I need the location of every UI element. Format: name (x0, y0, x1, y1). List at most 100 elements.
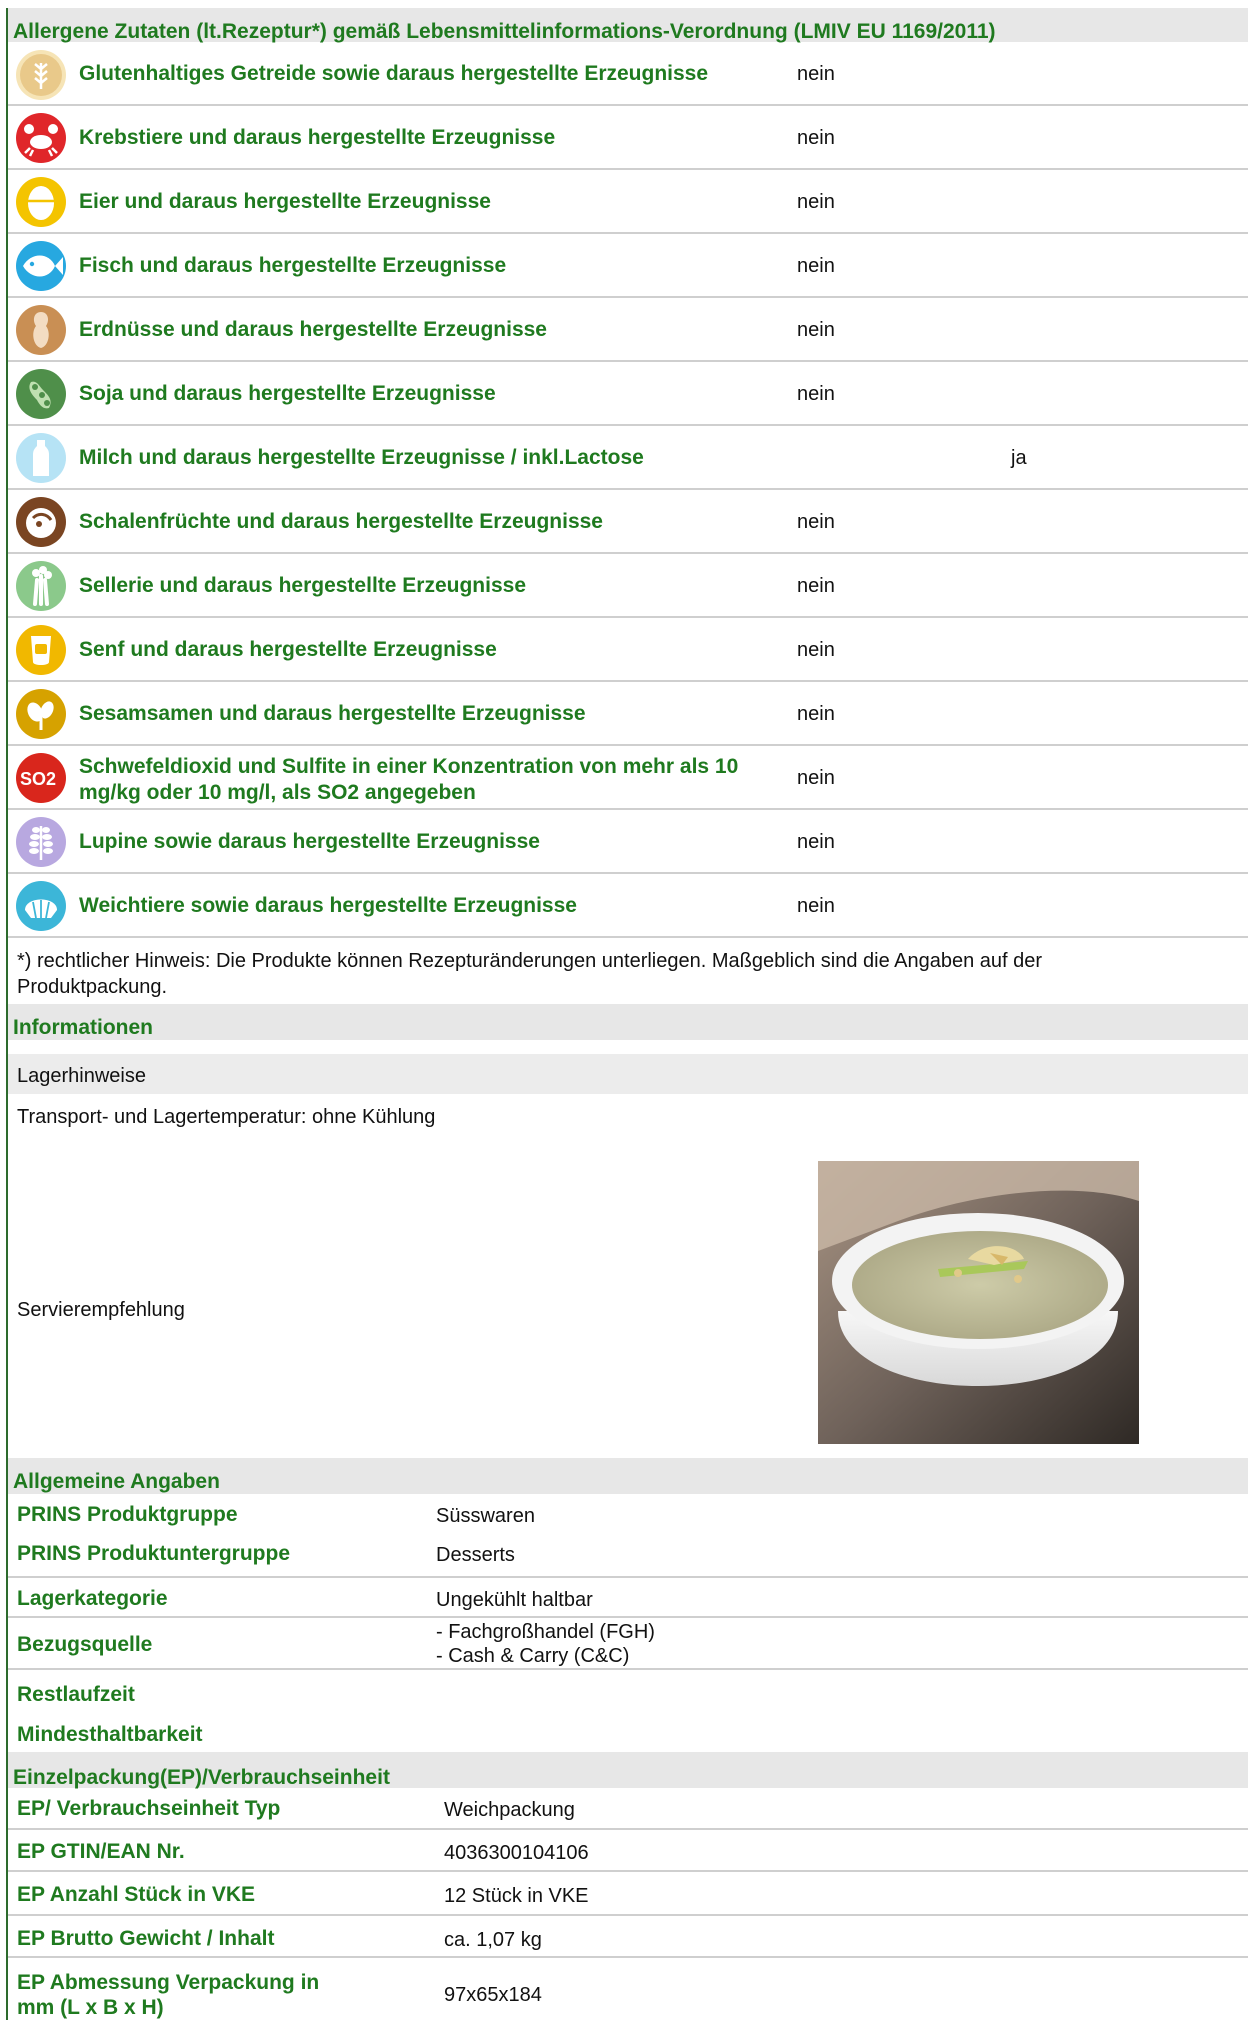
general-value: Ungekühlt haltbar (436, 1589, 593, 1611)
serving-label: Servierempfehlung (17, 1299, 185, 1321)
allergen-row: Glutenhaltiges Getreide sowie daraus her… (8, 42, 1248, 106)
package-row: EP Brutto Gewicht / Inhalt ca. 1,07 kg (8, 1916, 1248, 1958)
allergen-nein: nein (797, 767, 835, 789)
allergen-label: Glutenhaltiges Getreide sowie daraus her… (79, 62, 709, 85)
package-key: EP GTIN/EAN Nr. (17, 1840, 185, 1863)
allergen-label: Fisch und daraus hergestellte Erzeugniss… (79, 254, 507, 277)
milk-icon (16, 433, 66, 483)
general-row: PRINS Produktuntergruppe Desserts (8, 1532, 1248, 1578)
legal-footnote: *) rechtlicher Hinweis: Die Produkte kön… (17, 950, 1043, 998)
general-value-line: - Fachgroßhandel (FGH) (436, 1621, 655, 1643)
package-value: ca. 1,07 kg (444, 1929, 542, 1951)
general-value-line: - Cash & Carry (C&C) (436, 1645, 630, 1667)
general-key: Restlaufzeit (17, 1683, 135, 1706)
package-key: EP Brutto Gewicht / Inhalt (17, 1927, 275, 1950)
general-value: Desserts (436, 1544, 515, 1566)
package-value: 12 Stück in VKE (444, 1885, 589, 1907)
general-row: Lagerkategorie Ungekühlt haltbar (8, 1578, 1248, 1618)
general-key: Bezugsquelle (17, 1633, 153, 1656)
general-row: PRINS Produktgruppe Süsswaren (8, 1494, 1248, 1532)
peanut-icon (16, 305, 66, 355)
package-row: EP GTIN/EAN Nr. 4036300104106 (8, 1830, 1248, 1872)
allergen-row: Senf und daraus hergestellte Erzeugnisse… (8, 618, 1248, 682)
shell-icon (16, 881, 66, 931)
package-value: Weichpackung (444, 1799, 575, 1821)
general-key: Lagerkategorie (17, 1587, 168, 1610)
allergen-nein: nein (797, 63, 835, 85)
allergen-label: Schalenfrüchte und daraus hergestellte E… (79, 510, 603, 533)
allergen-row: Soja und daraus hergestellte Erzeugnisse… (8, 362, 1248, 426)
allergen-nein: nein (797, 895, 835, 917)
general-key: PRINS Produktgruppe (17, 1503, 238, 1526)
product-spec-page: Allergene Zutaten (lt.Rezeptur*) gemäß L… (0, 0, 1248, 2020)
package-section-title-text: Einzelpackung(EP)/Verbrauchseinheit (13, 1766, 390, 1789)
general-row: Bezugsquelle - Fachgroßhandel (FGH) - Ca… (8, 1618, 1248, 1670)
package-key: EP/ Verbrauchseinheit Typ (17, 1797, 281, 1820)
package-row: EP/ Verbrauchseinheit Typ Weichpackung (8, 1788, 1248, 1830)
allergen-nein: nein (797, 255, 835, 277)
allergen-row: Lupine sowie daraus hergestellte Erzeugn… (8, 810, 1248, 874)
allergen-row: SO2 Schwefeldioxid und Sulfite in einer … (8, 746, 1248, 810)
crab-icon (16, 113, 66, 163)
nut-icon (16, 497, 66, 547)
allergen-nein: nein (797, 575, 835, 597)
package-value: 97x65x184 (444, 1984, 542, 2006)
allergen-nein: nein (797, 639, 835, 661)
allergen-label: Milch und daraus hergestellte Erzeugniss… (79, 446, 644, 469)
fish-icon (16, 241, 66, 291)
package-key-line: mm (L x B x H) (17, 1996, 164, 2019)
allergen-nein: nein (797, 319, 835, 341)
allergen-row: Milch und daraus hergestellte Erzeugniss… (8, 426, 1248, 490)
general-row: Restlaufzeit (8, 1670, 1248, 1710)
allergen-label: Weichtiere sowie daraus hergestellte Erz… (79, 894, 577, 917)
allergen-label: Sellerie und daraus hergestellte Erzeugn… (79, 574, 526, 597)
serving-photo (818, 1161, 1139, 1454)
package-section-title: Einzelpackung(EP)/Verbrauchseinheit (8, 1752, 1248, 1789)
allergen-nein: nein (797, 703, 835, 725)
egg-icon (16, 177, 66, 227)
allergen-section-title-text: Allergene Zutaten (lt.Rezeptur*) gemäß L… (13, 20, 996, 43)
general-key: Mindesthaltbarkeit (17, 1723, 203, 1746)
allergen-label: Lupine sowie daraus hergestellte Erzeugn… (79, 830, 540, 853)
sulfite-icon: SO2 (16, 753, 66, 803)
allergen-label: Krebstiere und daraus hergestellte Erzeu… (79, 126, 556, 149)
allergen-label: Sesamsamen und daraus hergestellte Erzeu… (79, 702, 586, 725)
lupine-icon (16, 817, 66, 867)
package-row: EP Anzahl Stück in VKE 12 Stück in VKE (8, 1872, 1248, 1916)
info-section-title-text: Informationen (13, 1016, 153, 1039)
general-section-title: Allgemeine Angaben (8, 1458, 1248, 1494)
allergen-label: Eier und daraus hergestellte Erzeugnisse (79, 190, 491, 213)
info-section-title: Informationen (8, 1004, 1248, 1040)
wheat-icon (16, 50, 66, 100)
allergen-nein: nein (797, 191, 835, 213)
mustard-icon (16, 625, 66, 675)
general-section-title-text: Allgemeine Angaben (13, 1470, 220, 1493)
package-row: EP Abmessung Verpackung in mm (L x B x H… (8, 1958, 1248, 2020)
general-row: Mindesthaltbarkeit (8, 1710, 1248, 1752)
allergen-nein: nein (797, 511, 835, 533)
allergen-ja: ja (1011, 447, 1027, 469)
allergen-label: Soja und daraus hergestellte Erzeugnisse (79, 382, 496, 405)
general-value: Süsswaren (436, 1505, 535, 1527)
soy-icon (16, 369, 66, 419)
package-value: 4036300104106 (444, 1842, 589, 1864)
storage-text: Transport- und Lagertemperatur: ohne Küh… (17, 1106, 436, 1128)
allergen-row: Schalenfrüchte und daraus hergestellte E… (8, 490, 1248, 554)
allergen-row: Erdnüsse und daraus hergestellte Erzeugn… (8, 298, 1248, 362)
allergen-label: Erdnüsse und daraus hergestellte Erzeugn… (79, 318, 547, 341)
celery-icon (16, 561, 66, 611)
general-key: PRINS Produktuntergruppe (17, 1542, 291, 1565)
package-key: EP Anzahl Stück in VKE (17, 1883, 256, 1906)
allergen-row: Sesamsamen und daraus hergestellte Erzeu… (8, 682, 1248, 746)
allergen-row: Krebstiere und daraus hergestellte Erzeu… (8, 106, 1248, 170)
allergen-nein: nein (797, 383, 835, 405)
allergen-row: Sellerie und daraus hergestellte Erzeugn… (8, 554, 1248, 618)
allergen-row: Weichtiere sowie daraus hergestellte Erz… (8, 874, 1248, 938)
sulfite-icon-text: SO2 (20, 769, 56, 789)
allergen-label: Schwefeldioxid und Sulfite in einer Konz… (79, 755, 739, 804)
allergen-label: Senf und daraus hergestellte Erzeugnisse (79, 638, 497, 661)
allergen-nein: nein (797, 831, 835, 853)
allergen-section-title: Allergene Zutaten (lt.Rezeptur*) gemäß L… (8, 8, 1248, 43)
storage-heading-band (8, 1054, 1248, 1094)
allergen-row: Eier und daraus hergestellte Erzeugnisse… (8, 170, 1248, 234)
